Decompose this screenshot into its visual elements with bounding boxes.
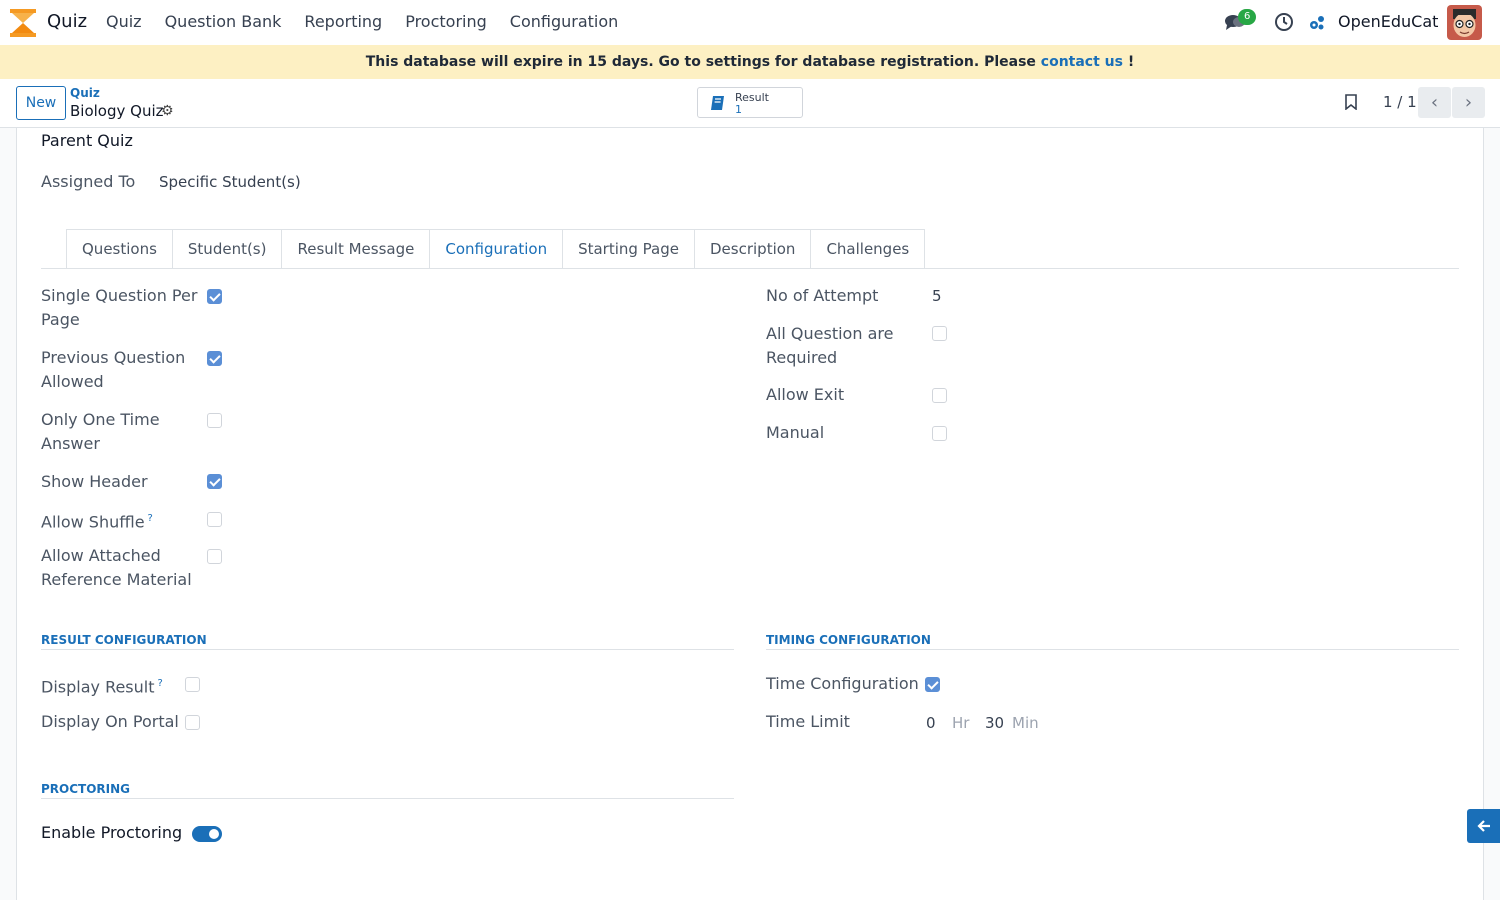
assigned-to-value[interactable]: Specific Student(s) bbox=[159, 173, 301, 191]
help-tooltip-icon[interactable]: ? bbox=[158, 678, 163, 689]
section-divider bbox=[41, 649, 734, 650]
top-navbar: Quiz Quiz Question Bank Reporting Procto… bbox=[0, 0, 1500, 45]
control-panel: New Quiz Biology Quiz ⚙ Result 1 1 / 1 ‹… bbox=[0, 79, 1500, 128]
chat-count-badge: 6 bbox=[1238, 9, 1257, 25]
smart-button-value: 1 bbox=[735, 103, 742, 116]
single-question-per-page-label: Single Question Per Page bbox=[41, 286, 198, 329]
tabs-divider bbox=[41, 268, 1459, 269]
enable-proctoring-label: Enable Proctoring bbox=[41, 823, 183, 842]
chevron-left-icon: ‹ bbox=[1430, 92, 1439, 113]
time-limit-minutes[interactable]: 30 bbox=[985, 714, 1004, 732]
app-name[interactable]: Quiz bbox=[47, 11, 87, 32]
display-on-portal-checkbox[interactable] bbox=[185, 715, 200, 730]
time-configuration-checkbox[interactable] bbox=[925, 677, 940, 692]
result-smart-button[interactable]: Result 1 bbox=[697, 87, 803, 118]
display-result-checkbox[interactable] bbox=[185, 677, 200, 692]
enable-proctoring-toggle[interactable] bbox=[192, 826, 222, 842]
main-menu: Quiz Question Bank Reporting Proctoring … bbox=[106, 12, 641, 31]
parent-quiz-label: Parent Quiz bbox=[41, 131, 133, 150]
previous-question-allowed-checkbox[interactable] bbox=[207, 351, 222, 366]
tab-description[interactable]: Description bbox=[694, 229, 811, 269]
time-limit-label: Time Limit bbox=[766, 712, 850, 731]
debug-icon[interactable] bbox=[1308, 14, 1326, 32]
tab-starting-page[interactable]: Starting Page bbox=[562, 229, 694, 269]
tab-questions[interactable]: Questions bbox=[66, 229, 172, 269]
side-panel-toggle-button[interactable] bbox=[1467, 809, 1500, 843]
new-button[interactable]: New bbox=[16, 86, 66, 120]
timing-configuration-title: TIMING CONFIGURATION bbox=[766, 633, 931, 647]
time-configuration-label: Time Configuration bbox=[766, 674, 919, 693]
minutes-unit: Min bbox=[1012, 714, 1039, 732]
no-of-attempt-value[interactable]: 5 bbox=[932, 287, 942, 305]
pager-next-button[interactable]: › bbox=[1452, 87, 1485, 118]
gear-icon[interactable]: ⚙ bbox=[161, 103, 174, 119]
chevron-right-icon: › bbox=[1464, 92, 1473, 113]
allow-attached-reference-material-label: Allow Attached Reference Material bbox=[41, 546, 192, 589]
banner-text: This database will expire in 15 days. Go… bbox=[365, 54, 1041, 70]
manual-label: Manual bbox=[766, 423, 825, 442]
form-tabs: Questions Student(s) Result Message Conf… bbox=[66, 229, 926, 269]
allow-shuffle-label: Allow Shuffle? bbox=[41, 507, 201, 534]
menu-item-proctoring[interactable]: Proctoring bbox=[405, 12, 487, 31]
previous-question-allowed-label: Previous Question Allowed bbox=[41, 348, 186, 391]
allow-shuffle-text: Allow Shuffle bbox=[41, 512, 145, 532]
show-header-checkbox[interactable] bbox=[207, 474, 222, 489]
time-limit-hours[interactable]: 0 bbox=[926, 714, 936, 732]
show-header-label: Show Header bbox=[41, 472, 148, 491]
proctoring-title: PROCTORING bbox=[41, 782, 131, 796]
all-questions-required-label: All Question are Required bbox=[766, 324, 894, 367]
tab-result-message[interactable]: Result Message bbox=[281, 229, 430, 269]
display-result-text: Display Result bbox=[41, 677, 155, 697]
clock-icon[interactable] bbox=[1274, 12, 1294, 32]
display-result-label: Display Result? bbox=[41, 672, 163, 699]
bookmark-icon[interactable] bbox=[1344, 94, 1358, 110]
pager-value[interactable]: 1 / 1 bbox=[1383, 93, 1417, 111]
only-one-time-answer-label: Only One Time Answer bbox=[41, 410, 160, 453]
single-question-per-page-checkbox[interactable] bbox=[207, 289, 222, 304]
tab-challenges[interactable]: Challenges bbox=[810, 229, 926, 269]
menu-item-reporting[interactable]: Reporting bbox=[304, 12, 382, 31]
arrow-left-icon bbox=[1476, 820, 1490, 832]
breadcrumb-current: Biology Quiz bbox=[70, 102, 164, 120]
no-of-attempt-label: No of Attempt bbox=[766, 286, 879, 305]
form-sheet: Parent Quiz Assigned To Specific Student… bbox=[16, 128, 1484, 900]
menu-item-question-bank[interactable]: Question Bank bbox=[165, 12, 282, 31]
assigned-to-label: Assigned To bbox=[41, 172, 136, 191]
book-icon bbox=[711, 96, 724, 110]
all-questions-required-checkbox[interactable] bbox=[932, 326, 947, 341]
only-one-time-answer-checkbox[interactable] bbox=[207, 413, 222, 428]
tab-configuration[interactable]: Configuration bbox=[429, 229, 563, 269]
allow-exit-checkbox[interactable] bbox=[932, 388, 947, 403]
breadcrumb-parent[interactable]: Quiz bbox=[70, 86, 100, 100]
result-configuration-title: RESULT CONFIGURATION bbox=[41, 633, 207, 647]
user-avatar[interactable] bbox=[1447, 5, 1482, 40]
manual-checkbox[interactable] bbox=[932, 426, 947, 441]
section-divider bbox=[41, 798, 734, 799]
section-divider bbox=[766, 649, 1459, 650]
allow-attached-reference-material-checkbox[interactable] bbox=[207, 549, 222, 564]
allow-exit-label: Allow Exit bbox=[766, 385, 845, 404]
menu-item-configuration[interactable]: Configuration bbox=[510, 12, 619, 31]
display-on-portal-label: Display On Portal bbox=[41, 712, 179, 731]
banner-suffix: ! bbox=[1122, 54, 1135, 70]
hours-unit: Hr bbox=[952, 714, 970, 732]
allow-shuffle-checkbox[interactable] bbox=[207, 512, 222, 527]
quiz-app-icon[interactable] bbox=[10, 9, 36, 37]
contact-us-link[interactable]: contact us bbox=[1041, 54, 1123, 70]
menu-item-quiz[interactable]: Quiz bbox=[106, 12, 142, 31]
expiry-banner: This database will expire in 15 days. Go… bbox=[0, 45, 1500, 79]
pager-previous-button[interactable]: ‹ bbox=[1418, 87, 1451, 118]
company-name[interactable]: OpenEduCat bbox=[1338, 12, 1438, 31]
tab-students[interactable]: Student(s) bbox=[171, 229, 282, 269]
help-tooltip-icon[interactable]: ? bbox=[148, 513, 153, 524]
